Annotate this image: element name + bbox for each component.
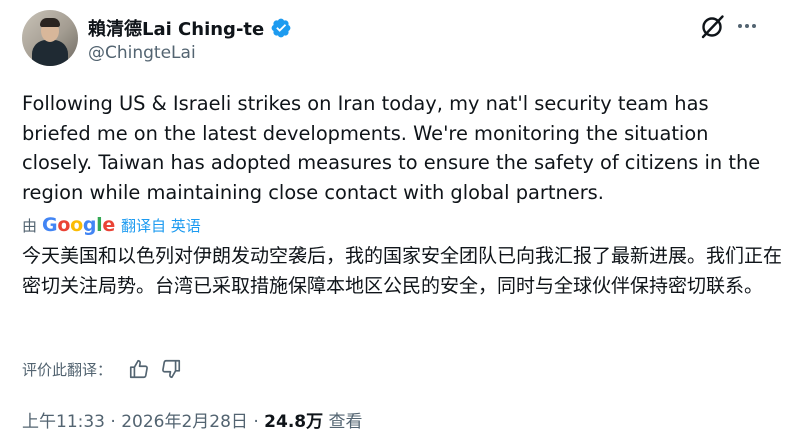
translated-text: 今天美国和以色列对伊朗发动空袭后，我的国家安全团队已向我汇报了最新进展。我们正在… (22, 245, 783, 297)
translate-source-link[interactable]: 翻译自 英语 (121, 215, 201, 236)
avatar[interactable] (22, 10, 78, 66)
meta-separator: · (110, 412, 116, 432)
grok-icon[interactable] (697, 12, 727, 42)
thumbs-up-icon[interactable] (128, 358, 150, 380)
avatar-suit (32, 40, 68, 66)
meta-separator: · (253, 412, 259, 432)
views-label: 查看 (328, 412, 363, 432)
more-options-icon[interactable] (735, 14, 759, 38)
tweet-meta: 上午11:33 · 2026年2月28日 · 24.8万 查看 (22, 407, 363, 432)
author-handle[interactable]: @ChingteLai (88, 43, 196, 63)
verified-badge-icon (271, 18, 291, 38)
tweet-text: Following US & Israeli strikes on Iran t… (22, 92, 761, 204)
author-display-name[interactable]: 賴清德Lai Ching-te (88, 15, 264, 41)
google-logo: Google (42, 214, 115, 236)
rate-translation-label: 评价此翻译： (22, 360, 113, 379)
tweet-time[interactable]: 上午11:33 (22, 412, 105, 432)
translated-by-prefix: 由 (22, 216, 38, 235)
views-count: 24.8万 (264, 412, 324, 432)
avatar-hair (40, 18, 60, 27)
author-name-row: 賴清德Lai Ching-te (88, 16, 292, 40)
translated-by-row: 由 Google 翻译自 英语 (22, 214, 201, 236)
thumbs-down-icon[interactable] (160, 358, 182, 380)
tweet-date[interactable]: 2026年2月28日 (121, 412, 248, 432)
rate-translation-row: 评价此翻译： (22, 357, 182, 381)
